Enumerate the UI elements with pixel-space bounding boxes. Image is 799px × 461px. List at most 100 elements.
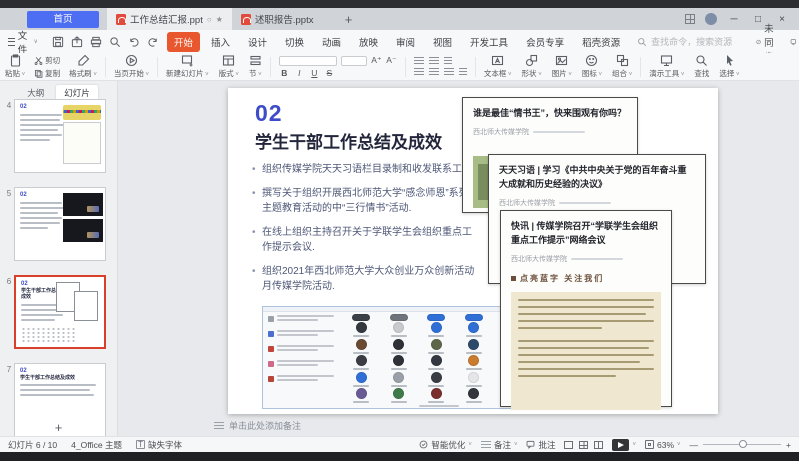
new-slide-button[interactable]: 新建幻灯片 ˅ xyxy=(161,54,214,79)
paste-button[interactable]: 粘贴 ˅ xyxy=(0,54,30,79)
underline-button[interactable]: U xyxy=(309,68,320,78)
justify-icon[interactable] xyxy=(459,68,467,76)
zoom-out-button[interactable]: — xyxy=(690,440,699,450)
menu-item[interactable]: 稻壳资源 xyxy=(575,32,627,52)
numbered-list-icon[interactable] xyxy=(429,57,439,65)
print-icon[interactable] xyxy=(90,36,102,48)
menu-item[interactable]: 会员专享 xyxy=(519,32,571,52)
shapes-button[interactable]: 形状 ˅ xyxy=(517,54,547,79)
article-text-skeleton xyxy=(518,313,646,316)
zoom-handle[interactable] xyxy=(739,440,747,448)
current-slide[interactable]: 02 学生干部工作总结及成效 组织传媒学院天天习语栏目录制和收发联系工作.撰写关… xyxy=(228,88,718,414)
bullet-list-icon[interactable] xyxy=(414,57,424,65)
section-icon xyxy=(249,54,262,67)
picture-button[interactable]: 图片 ˅ xyxy=(547,54,577,79)
menu-item[interactable]: 开发工具 xyxy=(463,32,515,52)
slide-thumbnail-4[interactable]: 4 02 xyxy=(4,99,106,173)
user-avatar[interactable] xyxy=(705,13,717,25)
list-item-text-skeleton xyxy=(277,375,340,383)
slide-number: 5 xyxy=(4,187,14,261)
slide-layout-button[interactable]: 版式 ˅ xyxy=(214,54,244,79)
avatar-icon xyxy=(468,339,479,350)
document-tab-label: 述职报告.pptx xyxy=(255,12,314,26)
command-search[interactable] xyxy=(637,37,756,47)
list-item-text-skeleton xyxy=(277,315,340,323)
fit-window-icon xyxy=(645,440,654,449)
home-button[interactable]: 首页 xyxy=(27,11,99,28)
menu-item[interactable]: 切换 xyxy=(278,32,311,52)
save-icon[interactable] xyxy=(52,36,64,48)
group-button[interactable]: 组合 ˅ xyxy=(607,54,637,79)
preview-icon[interactable] xyxy=(109,36,121,48)
increase-font-button[interactable]: A⁺ xyxy=(371,55,382,66)
strikethrough-button[interactable]: S xyxy=(324,68,335,78)
menu-item[interactable]: 设计 xyxy=(241,32,274,52)
indent-icon[interactable] xyxy=(444,57,452,65)
play-icon xyxy=(612,439,629,451)
fit-to-window-button[interactable]: 63%˅ xyxy=(645,440,681,450)
collaborate-button[interactable]: 协作 xyxy=(790,28,799,56)
menu-item[interactable]: 放映 xyxy=(352,32,385,52)
decrease-font-button[interactable]: A⁻ xyxy=(386,55,397,66)
slide-thumbnail-5[interactable]: 5 02 xyxy=(4,187,106,261)
search-input[interactable] xyxy=(651,37,756,47)
menu-item[interactable]: 视图 xyxy=(426,32,459,52)
tab-star-icon[interactable]: ★ xyxy=(216,15,223,24)
play-from-current-button[interactable]: 当页开始 ˅ xyxy=(109,54,154,79)
missing-font-warning[interactable]: T 缺失字体 xyxy=(136,439,182,451)
screenshot-list-item xyxy=(268,360,340,368)
new-document-tab-button[interactable]: + xyxy=(340,12,356,27)
slideshow-play-button[interactable]: ˅ xyxy=(612,439,636,451)
zoom-track[interactable] xyxy=(703,444,781,445)
add-slide-button[interactable]: + xyxy=(0,421,117,435)
thumb-heading: 02 xyxy=(20,192,66,199)
text-box-button[interactable]: 文本框 ˅ xyxy=(479,54,517,79)
undo-icon[interactable] xyxy=(128,36,140,48)
find-button[interactable]: 查找 xyxy=(689,54,714,79)
format-painter-button[interactable]: 格式刷 ˅ xyxy=(64,54,102,79)
italic-button[interactable]: I xyxy=(294,68,305,78)
align-left-icon[interactable] xyxy=(414,68,424,76)
section-button[interactable]: 节 ˅ xyxy=(244,54,267,79)
slide-thumbnail-6-selected[interactable]: 6 02 学生干部工作总结及成效 xyxy=(4,275,106,349)
document-tab-inactive[interactable]: 述职报告.pptx xyxy=(232,8,323,30)
reading-view-icon[interactable] xyxy=(594,441,603,449)
export-icon[interactable] xyxy=(71,36,83,48)
document-tab-active[interactable]: 工作总结汇报.ppt ○ ★ xyxy=(107,8,232,30)
thumb-photo-image xyxy=(63,219,103,242)
comment-button[interactable]: 批注 xyxy=(526,439,555,451)
notes-bar[interactable]: 单击此处添加备注 xyxy=(118,418,799,433)
slide-panel: 大纲 幻灯片 4 02 xyxy=(0,81,118,436)
article-text-skeleton xyxy=(518,306,654,309)
smart-optimize-button[interactable]: 智能优化˅ xyxy=(419,439,472,451)
thumb-banner-image xyxy=(63,105,101,120)
menu-item[interactable]: 动画 xyxy=(315,32,348,52)
article-text-skeleton xyxy=(518,354,654,357)
menu-item[interactable]: 审阅 xyxy=(389,32,422,52)
file-menu[interactable]: 文件 ∨ xyxy=(0,28,44,56)
align-center-icon[interactable] xyxy=(429,68,439,76)
avatar-name-skeleton xyxy=(428,352,444,354)
cut-button[interactable]: 剪切 xyxy=(34,55,60,66)
bold-button[interactable]: B xyxy=(279,68,290,78)
copy-button[interactable]: 复制 xyxy=(34,68,60,79)
theme-name[interactable]: 4_Office 主题 xyxy=(71,439,122,451)
redo-icon[interactable] xyxy=(147,36,159,48)
notes-toggle-button[interactable]: 备注˅ xyxy=(481,439,518,451)
menu-item[interactable]: 开始 xyxy=(167,32,200,52)
zoom-in-button[interactable]: + xyxy=(786,440,791,450)
select-button[interactable]: 选择 ˅ xyxy=(714,54,744,79)
font-size-select[interactable] xyxy=(341,56,367,66)
presentation-tools-button[interactable]: 演示工具 ˅ xyxy=(644,54,689,79)
desktop-bottom-strip xyxy=(0,452,799,461)
article-card-3[interactable]: 快讯 | 传媒学院召开“学联学生会组织重点工作提示”网络会议 西北师大传媒学院 … xyxy=(500,210,672,407)
apps-grid-icon[interactable] xyxy=(685,14,695,24)
menu-item[interactable]: 插入 xyxy=(204,32,237,52)
normal-view-icon[interactable] xyxy=(564,441,573,449)
minimize-button[interactable]: ─ xyxy=(727,14,741,25)
align-right-icon[interactable] xyxy=(444,68,454,76)
font-family-select[interactable] xyxy=(279,56,337,66)
slide-sorter-view-icon[interactable] xyxy=(579,441,588,449)
zoom-slider[interactable]: — + xyxy=(690,440,791,450)
icon-library-button[interactable]: 图标 ˅ xyxy=(577,54,607,79)
